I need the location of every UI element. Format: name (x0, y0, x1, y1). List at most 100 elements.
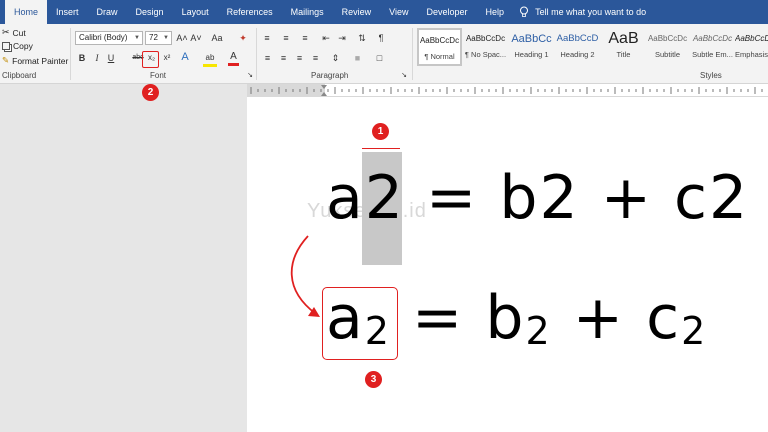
italic-button[interactable]: I (92, 52, 102, 64)
copy-button[interactable]: Copy (2, 41, 33, 51)
style-label: Subtitle (654, 50, 681, 59)
style-preview: AaBbCc (511, 33, 552, 45)
multilevel-list-icon[interactable]: ≡ (299, 32, 311, 44)
style-title[interactable]: AaB Title (601, 28, 646, 66)
dialog-launcher-icon[interactable]: ↘ (400, 70, 408, 82)
font-size-value: 72 (149, 33, 158, 42)
copy-icon (2, 42, 10, 50)
tab-references[interactable]: References (218, 0, 282, 24)
decrease-indent-icon[interactable]: ⇤ (320, 32, 332, 44)
tab-design[interactable]: Design (127, 0, 173, 24)
font-name-dropdown[interactable]: Calibri (Body) ▼ (75, 31, 143, 45)
grow-font-button[interactable]: A˄ (176, 32, 188, 44)
tab-home[interactable]: Home (5, 0, 48, 24)
bullets-icon[interactable]: ≡ (261, 32, 273, 44)
cut-label: Cut (12, 27, 26, 38)
align-left-icon[interactable]: ≡ (262, 52, 273, 64)
term-plus-c: + c (551, 283, 682, 353)
chevron-down-icon: ▼ (134, 35, 140, 41)
clipboard-group-label: Clipboard (2, 71, 37, 80)
tab-layout[interactable]: Layout (173, 0, 218, 24)
style-label: ¶ Normal (424, 52, 455, 61)
ribbon-tab-bar: Home Insert Draw Design Layout Reference… (0, 0, 768, 24)
step-badge-1: 1 (372, 123, 389, 140)
tab-view[interactable]: View (380, 0, 417, 24)
change-case-button[interactable]: Aa (208, 32, 226, 44)
text-effects-button[interactable]: A (180, 51, 190, 63)
borders-icon[interactable]: □ (374, 52, 385, 64)
style-emphasis[interactable]: AaBbCcDc Emphasis (735, 28, 768, 66)
format-painter-button[interactable]: ✎ Format Painter (2, 55, 68, 66)
style-preview: AaBbCcDc (419, 36, 460, 45)
term-eq-b: = b (390, 283, 526, 353)
styles-group-label: Styles (700, 71, 722, 80)
style-subtitle[interactable]: AaBbCcDc Subtitle (645, 28, 690, 66)
ribbon-home: ✂ Cut Copy ✎ Format Painter Clipboard Ca… (0, 24, 768, 84)
cut-button[interactable]: ✂ Cut (2, 27, 26, 38)
group-divider (412, 28, 413, 80)
horizontal-ruler[interactable] (247, 84, 768, 97)
increase-indent-icon[interactable]: ⇥ (336, 32, 348, 44)
tell-me-text: Tell me what you want to do (535, 7, 647, 17)
shading-icon[interactable]: ■ (352, 52, 363, 64)
numbering-icon[interactable]: ≡ (280, 32, 292, 44)
paintbrush-icon: ✎ (2, 55, 10, 65)
show-marks-icon[interactable]: ¶ (375, 32, 387, 44)
style-label: Heading 2 (560, 50, 595, 59)
underline-button[interactable]: U (106, 52, 116, 64)
step-badge-3: 3 (365, 371, 382, 388)
subscript-c: 2 (681, 309, 708, 353)
bold-button[interactable]: B (77, 52, 87, 64)
curved-arrow-icon (290, 235, 320, 317)
superscript-button[interactable]: x² (161, 52, 173, 64)
tab-mailings[interactable]: Mailings (282, 0, 333, 24)
dialog-launcher-icon[interactable]: ↘ (246, 70, 254, 82)
font-color-button[interactable]: A (228, 51, 239, 66)
lightbulb-icon (520, 6, 529, 17)
sort-icon[interactable]: ⇅ (356, 32, 368, 44)
style-label: Emphasis (735, 50, 768, 59)
line-spacing-icon[interactable]: ⇕ (330, 52, 341, 64)
tab-developer[interactable]: Developer (418, 0, 477, 24)
style-label: ¶ No Spac... (464, 50, 507, 59)
subscript-highlight-box (142, 51, 159, 68)
style-normal[interactable]: AaBbCcDc ¶ Normal (417, 28, 462, 66)
style-no-spacing[interactable]: AaBbCcDc ¶ No Spac... (463, 28, 508, 66)
equation-before[interactable]: a2 = b2 + c2 (326, 163, 749, 233)
style-preview: AaBbCcDc (647, 34, 688, 43)
scissors-icon: ✂ (2, 27, 10, 37)
highlight-color-button[interactable]: ab (203, 52, 217, 67)
align-right-icon[interactable]: ≡ (294, 52, 305, 64)
tell-me-search[interactable]: Tell me what you want to do (519, 0, 646, 24)
style-heading-2[interactable]: AaBbCcD Heading 2 (555, 28, 600, 66)
tab-insert[interactable]: Insert (47, 0, 88, 24)
font-size-dropdown[interactable]: 72 ▼ (145, 31, 172, 45)
chevron-down-icon: ▼ (163, 35, 169, 41)
step-badge-2: 2 (142, 84, 159, 101)
style-preview: AaBbCcDc (735, 34, 768, 43)
tab-help[interactable]: Help (477, 0, 514, 24)
align-center-icon[interactable]: ≡ (278, 52, 289, 64)
style-label: Title (616, 50, 631, 59)
shrink-font-button[interactable]: A˅ (190, 32, 202, 44)
clear-formatting-icon[interactable]: ✦ (238, 32, 248, 44)
style-preview: AaBbCcDc (692, 34, 733, 43)
tab-draw[interactable]: Draw (88, 0, 127, 24)
equation-rest: = b2 + c2 (404, 163, 750, 233)
ruler-ticks (247, 84, 763, 97)
style-preview: AaB (608, 30, 639, 47)
format-painter-label: Format Painter (12, 55, 69, 66)
style-heading-1[interactable]: AaBbCc Heading 1 (509, 28, 554, 66)
style-preview: AaBbCcD (556, 33, 599, 44)
paragraph-group-label: Paragraph (311, 71, 349, 80)
subscript-b: 2 (525, 309, 552, 353)
font-name-value: Calibri (Body) (79, 33, 128, 42)
justify-icon[interactable]: ≡ (310, 52, 321, 64)
selected-term[interactable]: a2 (326, 163, 405, 233)
style-subtle-emphasis[interactable]: AaBbCcDc Subtle Em... (690, 28, 735, 66)
style-label: Subtle Em... (692, 50, 733, 59)
group-divider (256, 28, 257, 80)
font-group-label: Font (150, 71, 167, 80)
tab-review[interactable]: Review (333, 0, 381, 24)
style-preview: AaBbCcDc (465, 34, 506, 43)
